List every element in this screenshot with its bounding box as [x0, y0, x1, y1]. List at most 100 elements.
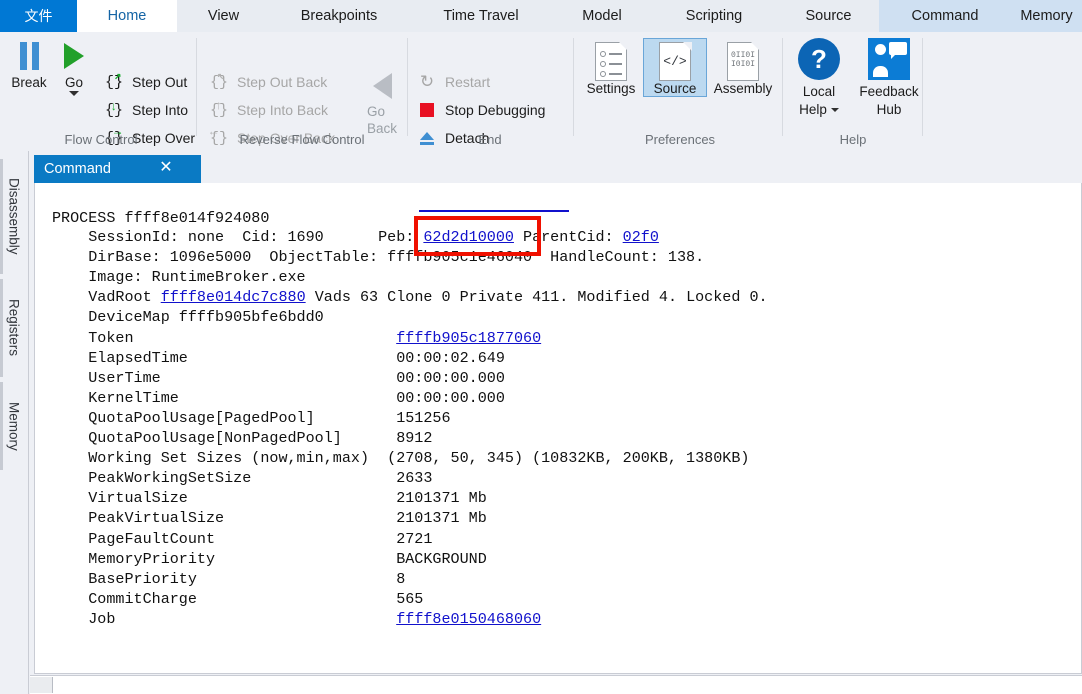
console-line: Token ffffb905c1877060 — [52, 329, 541, 347]
console-line: MemoryPriority BACKGROUND — [52, 550, 487, 568]
command-pane: Command ✕ PROCESS ffff8e014f924080 Sessi… — [29, 151, 1082, 694]
console-text: VadRoot — [52, 288, 161, 306]
go-button[interactable]: Go — [56, 40, 92, 111]
pane-tab-row: Command ✕ — [34, 155, 1082, 183]
address-link[interactable]: ffff8e014dc7c880 — [161, 288, 306, 306]
tab-command[interactable]: Command ✕ — [34, 155, 201, 183]
group-separator — [922, 38, 923, 136]
step-out-label: Step Out — [132, 74, 187, 90]
ribbon-tab-memory[interactable]: Memory — [1011, 0, 1082, 32]
ttd-debugger-window: 文件 HomeViewBreakpointsTime TravelModelSc… — [0, 0, 1082, 694]
ribbon-tab-breakpoints[interactable]: Breakpoints — [270, 0, 408, 32]
console-line: Job ffff8e0150468060 — [52, 610, 541, 628]
console-text: Token — [52, 329, 396, 347]
ribbon-tab-source[interactable]: Source — [778, 0, 879, 32]
go-back-button: Go Back — [360, 72, 404, 137]
console-text: MemoryPriority BACKGROUND — [52, 550, 487, 568]
console-text: PeakVirtualSize 2101371 Mb — [52, 509, 487, 527]
console-text: VirtualSize 2101371 Mb — [52, 489, 487, 507]
tab-command-label: Command — [44, 161, 111, 177]
peb-address-highlight — [414, 216, 541, 256]
console-text: Image: RuntimeBroker.exe — [52, 268, 306, 286]
assembly-button[interactable]: 0II0II0I0I Assembly — [708, 38, 778, 96]
ribbon-tab-view[interactable]: View — [177, 0, 270, 32]
feedback-hub-icon — [868, 38, 910, 80]
console-text: CommitCharge 565 — [52, 590, 423, 608]
go-label: Go — [65, 75, 83, 90]
local-help-button[interactable]: ? Local Help — [790, 38, 848, 119]
stop-icon — [416, 100, 438, 120]
console-line: QuotaPoolUsage[PagedPool] 151256 — [52, 409, 451, 427]
step-out-back-icon: {}↖ — [208, 72, 230, 92]
ribbon-body: Break Go {}↗ Step Out {}↓ Step Into {}→ … — [0, 32, 1082, 152]
step-out-button[interactable]: {}↗ Step Out — [103, 72, 187, 92]
stop-debugging-label: Stop Debugging — [445, 102, 545, 118]
console-text: ElapsedTime 00:00:02.649 — [52, 349, 505, 367]
console-line: BasePriority 8 — [52, 570, 405, 588]
restart-button: ↻ Restart — [416, 72, 490, 92]
console-text: QuotaPoolUsage[NonPagedPool] 8912 — [52, 429, 432, 447]
step-into-label: Step Into — [132, 102, 188, 118]
dock-tab-label: Registers — [7, 299, 22, 356]
group-separator — [573, 38, 574, 136]
group-separator — [407, 38, 408, 136]
tab-file[interactable]: 文件 — [0, 0, 77, 32]
console-text: UserTime 00:00:00.000 — [52, 369, 505, 387]
ribbon-tab-strip: 文件 HomeViewBreakpointsTime TravelModelSc… — [0, 0, 1082, 32]
step-into-back-label: Step Into Back — [237, 102, 328, 118]
address-link[interactable]: ffffb905c1877060 — [396, 329, 541, 347]
console-line: DeviceMap ffffb905bfe6bdd0 — [52, 308, 324, 326]
left-tool-dock: Disassembly Registers Memory — [0, 151, 29, 694]
dock-tab-label: Memory — [7, 402, 22, 451]
play-icon — [64, 40, 84, 72]
ribbon-tab-command[interactable]: Command — [879, 0, 1011, 32]
dock-tab-registers[interactable]: Registers — [3, 279, 25, 377]
horizontal-scrollbar[interactable] — [30, 675, 1082, 694]
console-line: KernelTime 00:00:00.000 — [52, 389, 505, 407]
command-output-console[interactable]: PROCESS ffff8e014f924080 SessionId: none… — [34, 183, 1082, 674]
console-line: QuotaPoolUsage[NonPagedPool] 8912 — [52, 429, 432, 447]
feedback-hub-button[interactable]: Feedback Hub — [856, 38, 922, 119]
group-label-help: Help — [786, 132, 920, 147]
step-into-back-button: {}↑ Step Into Back — [208, 100, 328, 120]
console-text: PageFaultCount 2721 — [52, 530, 432, 548]
group-separator — [782, 38, 783, 136]
console-text: Vads 63 Clone 0 Private 411. Modified 4.… — [306, 288, 768, 306]
step-into-icon: {}↓ — [103, 100, 125, 120]
console-text: PROCESS ffff8e014f924080 — [52, 209, 269, 227]
restart-label: Restart — [445, 74, 490, 90]
console-line: VirtualSize 2101371 Mb — [52, 489, 487, 507]
source-button[interactable]: </> Source — [643, 38, 707, 97]
restart-icon: ↻ — [416, 72, 438, 92]
step-out-icon: {}↗ — [103, 72, 125, 92]
address-link[interactable]: 02f0 — [623, 228, 659, 246]
settings-button[interactable]: Settings — [580, 38, 642, 96]
local-help-label: Local Help — [799, 83, 839, 119]
break-label: Break — [11, 75, 46, 90]
stop-debugging-button[interactable]: Stop Debugging — [416, 100, 545, 120]
ribbon-tab-time-travel[interactable]: Time Travel — [408, 0, 554, 32]
group-label-flow-control: Flow Control — [8, 132, 194, 147]
step-out-back-label: Step Out Back — [237, 74, 327, 90]
console-line: PeakVirtualSize 2101371 Mb — [52, 509, 487, 527]
console-text: KernelTime 00:00:00.000 — [52, 389, 505, 407]
source-label: Source — [654, 81, 697, 96]
console-line: ElapsedTime 00:00:02.649 — [52, 349, 505, 367]
step-into-back-icon: {}↑ — [208, 100, 230, 120]
go-dropdown-caret-icon[interactable] — [69, 96, 79, 111]
address-link[interactable]: ffff8e0150468060 — [396, 610, 541, 628]
group-separator — [196, 38, 197, 136]
dock-tab-memory[interactable]: Memory — [3, 382, 25, 470]
step-out-back-button: {}↖ Step Out Back — [208, 72, 327, 92]
question-mark-icon: ? — [798, 38, 840, 80]
ribbon-tab-home[interactable]: Home — [77, 0, 177, 32]
ribbon-tab-model[interactable]: Model — [554, 0, 650, 32]
dock-tab-disassembly[interactable]: Disassembly — [3, 159, 25, 274]
scrollbar-thumb[interactable] — [30, 677, 53, 693]
break-button[interactable]: Break — [8, 40, 50, 90]
ribbon-tab-scripting[interactable]: Scripting — [650, 0, 778, 32]
close-icon[interactable]: ✕ — [157, 159, 175, 177]
local-help-caret-icon[interactable] — [831, 108, 839, 112]
group-label-preferences: Preferences — [578, 132, 782, 147]
step-into-button[interactable]: {}↓ Step Into — [103, 100, 188, 120]
